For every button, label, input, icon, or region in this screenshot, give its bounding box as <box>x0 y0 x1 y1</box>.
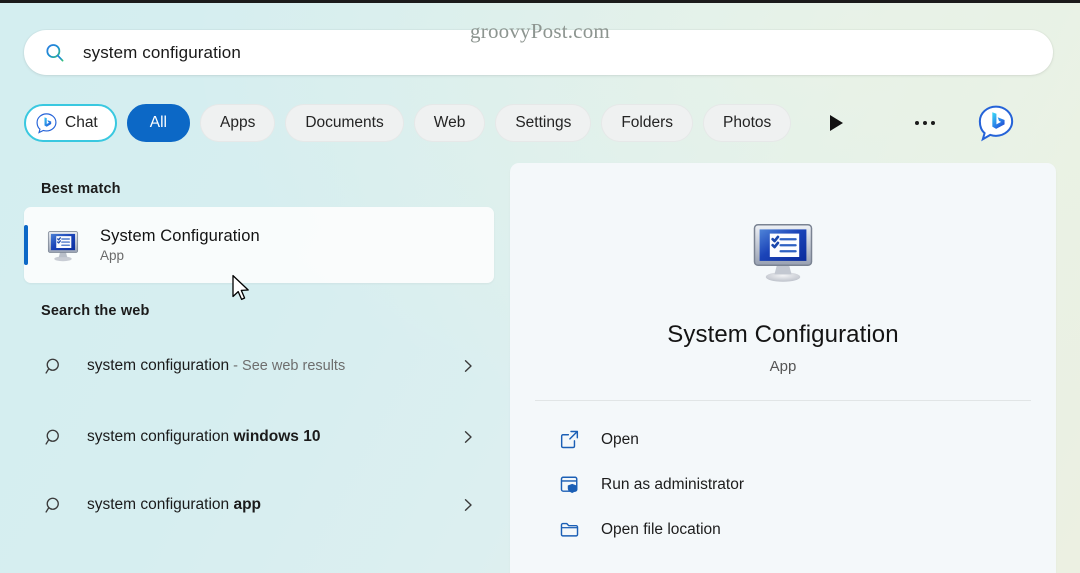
chevron-right-icon[interactable] <box>460 497 476 513</box>
search-icon <box>45 358 59 374</box>
bing-chat-icon <box>36 112 57 134</box>
search-icon <box>45 497 59 513</box>
action-run-as-administrator[interactable]: Run as administrator <box>520 462 1046 507</box>
best-match-item[interactable]: System Configuration App <box>24 207 494 283</box>
action-open-file-location[interactable]: Open file location <box>520 507 1046 552</box>
preview-hero: System Configuration App <box>510 163 1056 375</box>
web-result-query: system configuration <box>87 496 234 514</box>
chevron-right-icon[interactable] <box>460 358 476 374</box>
preview-title: System Configuration <box>667 321 899 348</box>
best-match-subtitle: App <box>100 248 125 263</box>
selection-accent-bar <box>24 225 28 265</box>
tab-chat[interactable]: Chat <box>24 104 117 142</box>
chevron-right-icon[interactable] <box>460 429 476 445</box>
tab-apps-label: Apps <box>219 114 256 131</box>
tab-chat-label: Chat <box>65 114 98 131</box>
best-match-heading: Best match <box>41 181 121 197</box>
open-external-icon <box>560 430 579 449</box>
action-run-as-administrator-label: Run as administrator <box>601 475 745 493</box>
web-result-suffix: - See web results <box>229 358 346 375</box>
tab-all-label: All <box>149 114 167 131</box>
tab-documents-label: Documents <box>305 114 384 131</box>
tab-web-label: Web <box>433 114 466 131</box>
tab-all[interactable]: All <box>126 104 190 142</box>
search-input-value[interactable]: system configuration <box>83 43 241 63</box>
tab-web[interactable]: Web <box>413 104 486 142</box>
web-results-list: system configuration - See web results s… <box>24 329 494 539</box>
best-match-title: System Configuration <box>100 227 260 245</box>
shield-admin-icon <box>560 476 578 493</box>
web-result-row[interactable]: system configuration - See web results <box>24 329 494 403</box>
action-list: Open Run as administrator Open file loca… <box>510 401 1056 552</box>
search-web-heading: Search the web <box>41 303 150 319</box>
tab-photos-label: Photos <box>723 114 772 131</box>
filter-bar: Chat All Apps Documents Web Settings Fol… <box>24 103 1056 143</box>
tab-apps[interactable]: Apps <box>199 104 276 142</box>
system-configuration-icon <box>753 224 813 282</box>
tab-settings-label: Settings <box>515 114 572 131</box>
search-icon <box>46 43 64 61</box>
web-result-row[interactable]: system configuration app <box>24 471 494 539</box>
bing-icon[interactable] <box>977 104 1015 142</box>
web-result-row[interactable]: system configuration windows 10 <box>24 403 494 471</box>
action-open-file-location-label: Open file location <box>601 520 721 538</box>
preview-subtitle: App <box>769 358 797 375</box>
more-options-icon[interactable] <box>903 106 947 140</box>
tab-photos[interactable]: Photos <box>703 104 792 142</box>
system-configuration-icon <box>47 231 79 262</box>
results-column: Best match System Configuration App Sear… <box>24 163 494 573</box>
preview-panel: System Configuration App Open Run as adm… <box>510 163 1056 573</box>
tab-folders-label: Folders <box>621 114 674 131</box>
web-result-query: system configuration <box>87 357 230 375</box>
folder-icon <box>560 522 579 537</box>
web-result-query: system configuration <box>87 428 234 446</box>
web-result-bold-suffix: windows 10 <box>233 428 321 446</box>
mouse-cursor <box>232 274 249 301</box>
tab-folders[interactable]: Folders <box>601 104 694 142</box>
action-open-label: Open <box>601 430 639 448</box>
action-open[interactable]: Open <box>520 417 1046 462</box>
scroll-forward-icon[interactable] <box>819 106 853 140</box>
tab-settings[interactable]: Settings <box>495 104 592 142</box>
search-icon <box>45 429 59 445</box>
tab-documents[interactable]: Documents <box>285 104 404 142</box>
web-result-bold-suffix: app <box>233 496 262 514</box>
watermark: groovyPost.com <box>470 19 610 43</box>
